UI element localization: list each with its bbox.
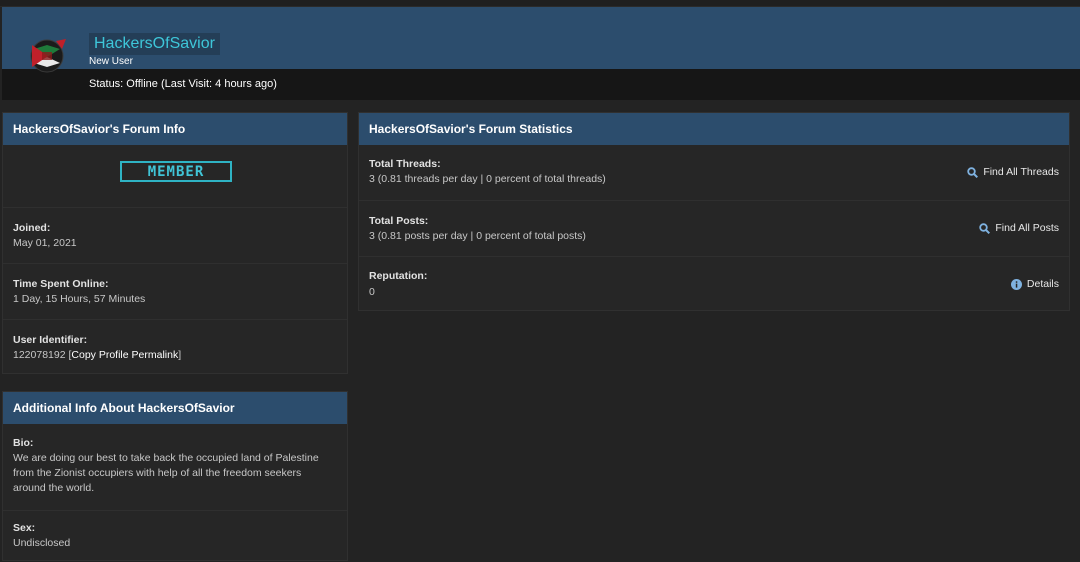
threads-label: Total Threads: xyxy=(369,158,441,170)
statistics-title: HackersOfSavior's Forum Statistics xyxy=(359,113,1069,145)
online-label: Time Spent Online: xyxy=(13,278,109,290)
online-row: Time Spent Online: 1 Day, 15 Hours, 57 M… xyxy=(3,263,347,319)
find-all-threads-button[interactable]: Find All Threads xyxy=(967,166,1059,178)
info-icon xyxy=(1010,278,1022,290)
additional-info-title: Additional Info About HackersOfSavior xyxy=(3,392,347,424)
sex-label: Sex: xyxy=(13,522,36,534)
rank-badge: MEMBER xyxy=(120,161,232,182)
search-icon xyxy=(979,222,991,234)
statistics-panel: HackersOfSavior's Forum Statistics Total… xyxy=(358,112,1070,311)
search-icon xyxy=(967,166,979,178)
details-label: Details xyxy=(1026,278,1059,290)
bio-line-1: We are doing our best to take back the o… xyxy=(13,452,319,464)
uid-value: 122078192 xyxy=(13,349,66,361)
bio-line-2: from the Zionist occupiers with help of … xyxy=(13,467,302,479)
forum-info-panel: HackersOfSavior's Forum Info MEMBER Join… xyxy=(2,112,348,374)
find-all-threads-label: Find All Threads xyxy=(983,166,1059,178)
forum-info-title: HackersOfSavior's Forum Info xyxy=(3,113,347,145)
profile-username[interactable]: HackersOfSavior xyxy=(89,33,220,55)
reputation-row: Reputation: 0 Details xyxy=(359,256,1069,311)
threads-row: Total Threads: 3 (0.81 threads per day |… xyxy=(359,145,1069,200)
additional-info-panel: Additional Info About HackersOfSavior Bi… xyxy=(2,391,348,561)
avatar[interactable] xyxy=(26,35,68,77)
posts-value: 3 (0.81 posts per day | 0 percent of tot… xyxy=(369,230,586,242)
user-title: New User xyxy=(89,56,133,67)
bio-row: Bio: We are doing our best to take back … xyxy=(3,424,347,510)
uid-bracket-close: ] xyxy=(178,349,182,361)
reputation-label: Reputation: xyxy=(369,270,428,282)
sex-row: Sex: Undisclosed xyxy=(3,510,347,562)
uid-label: User Identifier: xyxy=(13,334,88,346)
joined-row: Joined: May 01, 2021 xyxy=(3,207,347,263)
top-bar xyxy=(0,0,1080,7)
find-all-posts-label: Find All Posts xyxy=(995,222,1059,234)
palestine-flag-emblem-icon xyxy=(30,39,66,73)
reputation-value: 0 xyxy=(369,286,375,298)
sex-value: Undisclosed xyxy=(13,537,71,549)
bio-label: Bio: xyxy=(13,437,34,449)
status-text: Status: Offline (Last Visit: 4 hours ago… xyxy=(89,78,277,90)
copy-permalink-link[interactable]: Copy Profile Permalink xyxy=(71,349,178,361)
posts-row: Total Posts: 3 (0.81 posts per day | 0 p… xyxy=(359,200,1069,256)
bio-line-3: around the world. xyxy=(13,482,95,494)
reputation-details-button[interactable]: Details xyxy=(1010,278,1059,290)
online-value: 1 Day, 15 Hours, 57 Minutes xyxy=(13,293,146,305)
joined-value: May 01, 2021 xyxy=(13,237,77,249)
uid-row: User Identifier: 122078192 [Copy Profile… xyxy=(3,319,347,374)
find-all-posts-button[interactable]: Find All Posts xyxy=(979,222,1059,234)
posts-label: Total Posts: xyxy=(369,215,429,227)
threads-value: 3 (0.81 threads per day | 0 percent of t… xyxy=(369,173,606,185)
uid-value-line: 122078192 [Copy Profile Permalink] xyxy=(13,349,181,361)
rank-row: MEMBER xyxy=(3,145,347,207)
joined-label: Joined: xyxy=(13,222,51,234)
